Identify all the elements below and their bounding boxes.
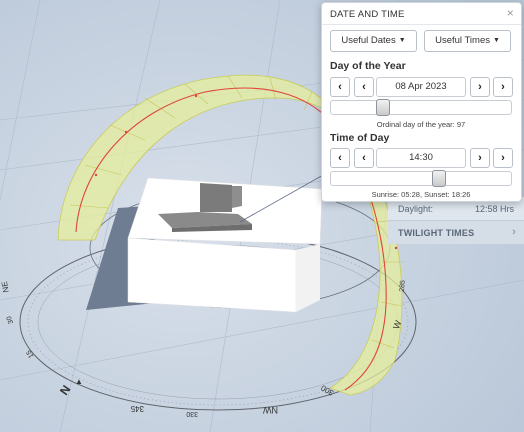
twilight-times-row[interactable]: TWILIGHT TIMES › (388, 220, 524, 244)
date-next-day-button[interactable]: › (470, 77, 490, 97)
date-time-popup: DATE AND TIME × Useful Dates ▼ Useful Tim… (321, 2, 522, 202)
useful-times-label: Useful Times (435, 35, 490, 46)
day-slider-thumb[interactable] (376, 99, 390, 116)
date-value-field[interactable]: 08 Apr 2023 (376, 77, 466, 97)
date-prev-day-button[interactable]: ‹ (354, 77, 374, 97)
daylight-label: Daylight: (398, 204, 434, 214)
time-value-field[interactable]: 14:30 (376, 148, 466, 168)
date-next-month-button[interactable]: › (493, 77, 513, 97)
popup-header: DATE AND TIME × (322, 3, 521, 25)
popup-title: DATE AND TIME (330, 9, 405, 20)
daylight-value: 12:58 Hrs (474, 204, 514, 214)
time-stepper: ‹ ‹ 14:30 › › (330, 148, 513, 170)
sunrise-caption: Sunrise: 05:28, (371, 190, 423, 199)
day-slider[interactable] (330, 99, 512, 116)
time-prev-hour-button[interactable]: ‹ (330, 148, 350, 168)
date-stepper: ‹ ‹ 08 Apr 2023 › › (330, 77, 513, 99)
day-section-title: Day of the Year (330, 60, 406, 72)
time-slider-thumb[interactable] (432, 170, 446, 187)
caret-down-icon: ▼ (492, 37, 500, 44)
compass-label-330: 330 (186, 410, 198, 417)
useful-times-dropdown[interactable]: Useful Times ▼ (424, 30, 511, 52)
time-slider[interactable] (330, 170, 512, 187)
time-next-hour-button[interactable]: › (493, 148, 513, 168)
north-arrow-icon: ▲ (75, 377, 83, 386)
compass-label-nw: NW (263, 405, 278, 415)
compass-label-285: 285 (399, 280, 407, 292)
close-icon[interactable]: × (507, 6, 514, 20)
chevron-right-icon: › (512, 226, 516, 238)
compass-label-345: 345 (130, 404, 144, 413)
time-prev-step-button[interactable]: ‹ (354, 148, 374, 168)
useful-dropdowns: Useful Dates ▼ Useful Times ▼ (330, 30, 512, 54)
time-next-step-button[interactable]: › (470, 148, 490, 168)
useful-dates-label: Useful Dates (341, 35, 396, 46)
sunrise-sunset-caption: Sunrise: 05:28, Sunset: 18:26 (330, 190, 512, 199)
sunset-caption: Sunset: 18:26 (424, 190, 471, 199)
twilight-times-label: TWILIGHT TIMES (398, 228, 475, 238)
date-prev-month-button[interactable]: ‹ (330, 77, 350, 97)
time-section-title: Time of Day (330, 132, 390, 144)
caret-down-icon: ▼ (398, 37, 406, 44)
ordinal-day-caption: Ordinal day of the year: 97 (376, 120, 466, 129)
useful-dates-dropdown[interactable]: Useful Dates ▼ (330, 30, 417, 52)
